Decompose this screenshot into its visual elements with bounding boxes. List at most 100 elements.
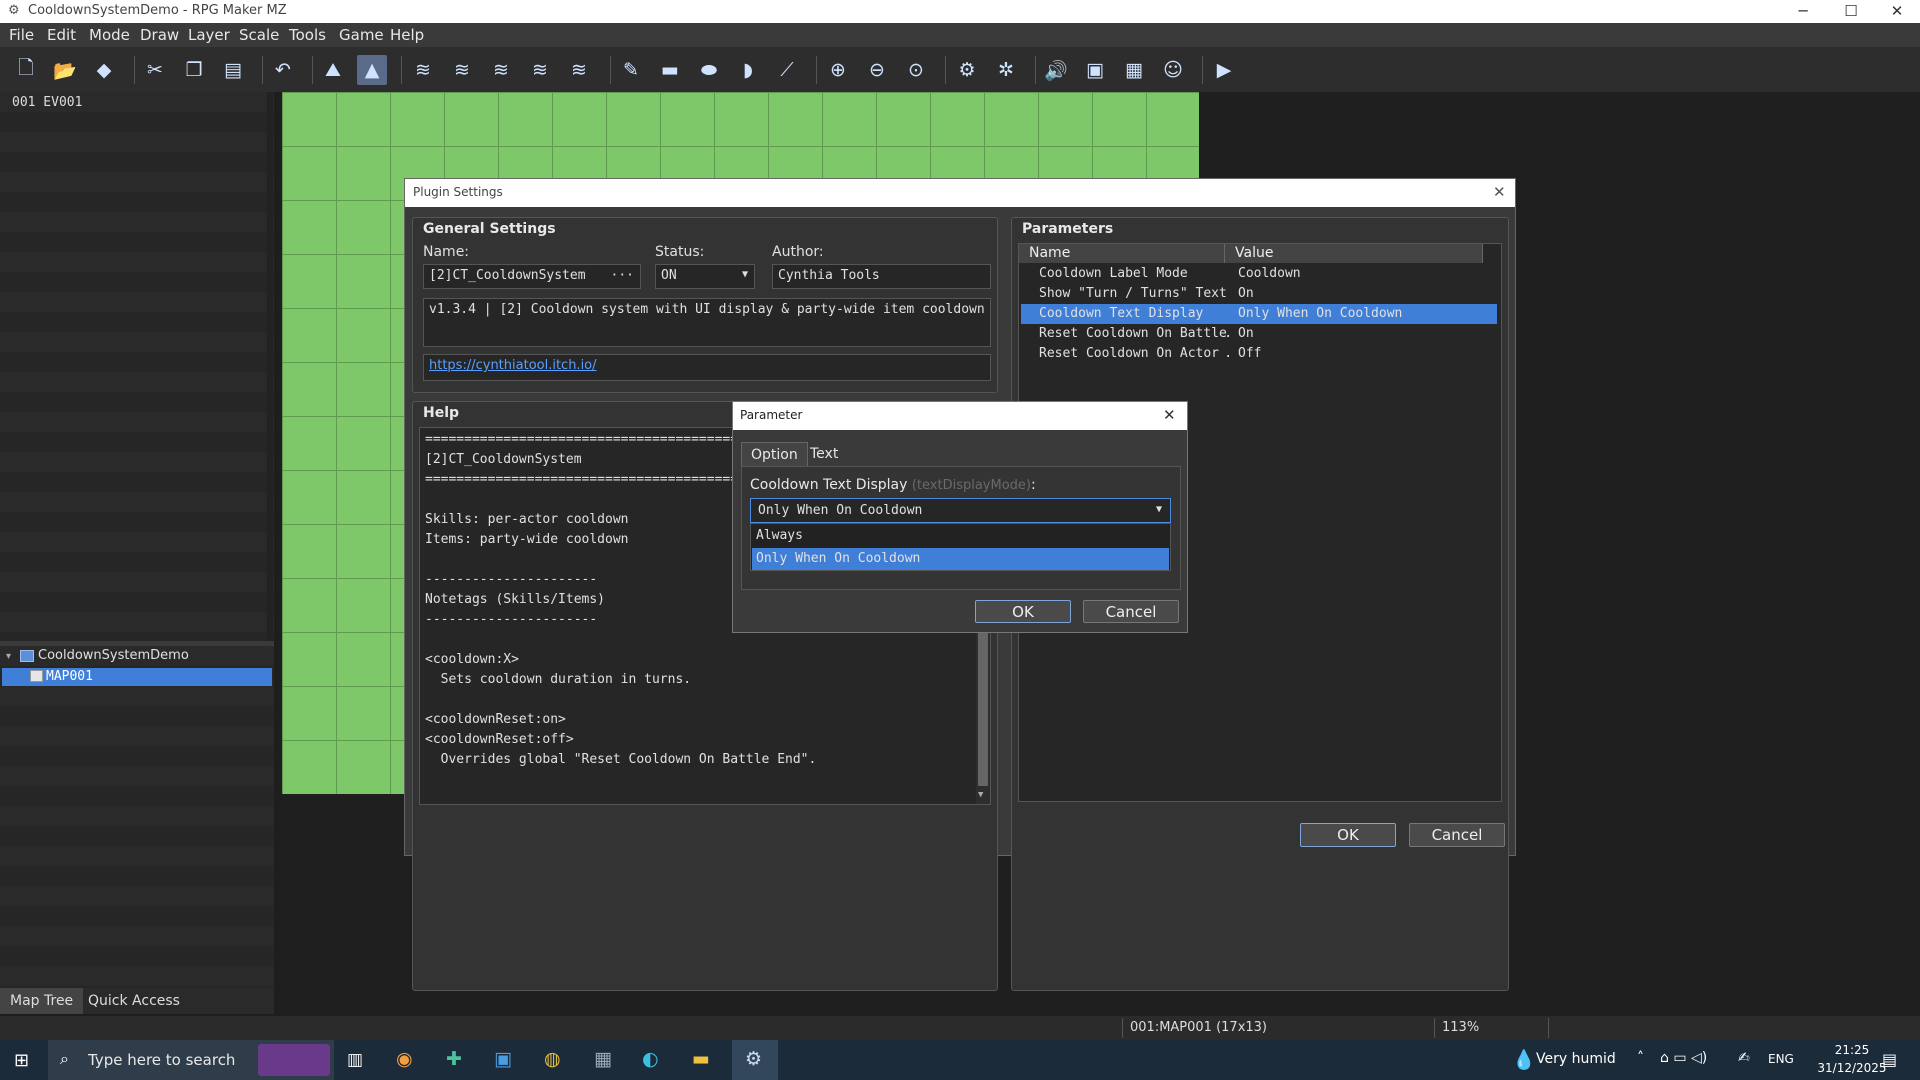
menu-draw[interactable]: Draw [140,26,179,44]
description-field[interactable]: v1.3.4 | [2] Cooldown system with UI dis… [423,298,991,347]
chrome-icon[interactable]: ◍ [544,1048,561,1070]
status-value: ON [661,268,677,283]
table-row-selected[interactable]: Cooldown Text Display Only When On Coold… [1021,304,1497,324]
plugin-url-link[interactable]: https://cynthiatool.itch.io/ [429,358,597,373]
status-select[interactable]: ON ▼ [655,264,755,289]
column-header-name[interactable]: Name [1019,244,1225,263]
menu-file[interactable]: File [9,26,34,44]
menu-edit[interactable]: Edit [47,26,76,44]
layer-3-icon[interactable]: ≋ [486,55,516,85]
open-project-icon[interactable]: 📂 [50,55,80,85]
zoom-in-icon[interactable]: ⊕ [823,55,853,85]
tab-option[interactable]: Option [741,442,808,466]
zoom-out-icon[interactable]: ⊖ [862,55,892,85]
tree-collapse-icon[interactable]: ▾ [6,651,11,662]
app-taskbar-icon-1[interactable]: ✚ [446,1048,462,1070]
layer-1-icon[interactable]: ≋ [408,55,438,85]
dropdown-option-always[interactable]: Always [752,525,1169,547]
more-button[interactable]: ··· [611,268,634,283]
option-select[interactable]: Only When On Cooldown ▼ [750,498,1171,523]
cut-icon[interactable]: ✂ [140,55,170,85]
scroll-down-icon[interactable]: ▼ [978,790,983,800]
dropdown-option-only-when-on-cooldown[interactable]: Only When On Cooldown [752,548,1169,570]
help-line: <cooldownReset:on> [425,712,566,727]
database-icon[interactable]: ⚙ [952,55,982,85]
tab-map-tree[interactable]: Map Tree [0,988,84,1014]
close-icon[interactable]: ✕ [1163,406,1176,424]
tray-chevron-icon[interactable]: ˄ [1637,1050,1644,1066]
minimize-button[interactable]: ─ [1780,0,1826,23]
plugin-manager-icon[interactable]: ✲ [991,55,1021,85]
layer-4-icon[interactable]: ≋ [525,55,555,85]
tab-text[interactable]: Text [801,442,847,466]
file-explorer-icon[interactable]: ▬ [692,1048,710,1070]
close-icon[interactable]: ✕ [1493,183,1506,201]
resource-manager-icon[interactable]: ▦ [1119,55,1149,85]
event-searcher-icon[interactable]: ▣ [1080,55,1110,85]
parameter-ok-button[interactable]: OK [975,600,1071,623]
playtest-icon[interactable]: ▶ [1209,55,1239,85]
menu-help[interactable]: Help [390,26,424,44]
paste-icon[interactable]: ▤ [218,55,248,85]
store-icon[interactable]: ▣ [494,1048,512,1070]
map-tree-project[interactable]: CooldownSystemDemo [38,648,189,663]
copilot-icon[interactable]: ◉ [396,1048,413,1070]
map-tree-item-map001[interactable]: MAP001 [2,668,272,686]
menu-bar: File Edit Mode Draw Layer Scale Tools Ga… [0,23,1920,47]
plugin-name-field[interactable]: [2]CT_CooldownSystem ··· [423,264,641,289]
save-project-icon[interactable]: ◆ [89,55,119,85]
pen-icon[interactable]: ✍ [1738,1050,1750,1066]
general-settings-group: General Settings Name: [2]CT_CooldownSys… [412,217,998,393]
maximize-button[interactable]: ☐ [1828,0,1874,23]
layer-all-icon[interactable]: ≋ [564,55,594,85]
pencil-icon[interactable]: ✎ [616,55,646,85]
edge-icon[interactable]: ◐ [642,1048,659,1070]
menu-scale[interactable]: Scale [239,26,279,44]
shadow-pen-icon[interactable]: ⟋ [772,55,802,85]
table-row[interactable]: Show "Turn / Turns" Text On [1021,284,1497,304]
table-row[interactable]: Reset Cooldown On Battle… On [1021,324,1497,344]
parameter-cancel-button[interactable]: Cancel [1083,600,1179,623]
map-mode-icon[interactable]: ⛰ [318,55,348,85]
copy-icon[interactable]: ❐ [179,55,209,85]
clock-time[interactable]: 21:25 [1824,1043,1880,1057]
rpg-maker-taskbar-button[interactable]: ⚙ [732,1040,778,1080]
chevron-down-icon: ▼ [1155,504,1162,515]
tab-quick-access[interactable]: Quick Access [78,988,190,1014]
undo-icon[interactable]: ↶ [268,55,298,85]
rectangle-icon[interactable]: ▬ [655,55,685,85]
windows-start-icon[interactable]: ⊞ [14,1050,29,1071]
option-select-value: Only When On Cooldown [758,503,923,518]
cancel-button[interactable]: Cancel [1409,823,1505,847]
author-field[interactable]: Cynthia Tools [772,264,991,289]
event-list-scrollbar[interactable] [267,92,273,641]
table-row[interactable]: Reset Cooldown On Actor … Off [1021,344,1497,364]
param-value: Cooldown [1238,266,1301,281]
event-list-item[interactable]: 001 EV001 [12,95,82,110]
language-indicator[interactable]: ENG [1768,1052,1794,1066]
taskbar-search[interactable]: ⌕ Type here to search [48,1040,334,1080]
weather-text[interactable]: Very humid [1536,1051,1616,1067]
layer-2-icon[interactable]: ≋ [447,55,477,85]
table-row[interactable]: Cooldown Label Mode Cooldown [1021,264,1497,284]
menu-game[interactable]: Game [339,26,384,44]
character-generator-icon[interactable]: ☺ [1158,55,1188,85]
tray-icons[interactable]: ⌂ ▭ ◁) [1660,1050,1707,1066]
close-button[interactable]: ✕ [1874,0,1920,23]
menu-tools[interactable]: Tools [289,26,326,44]
url-field[interactable]: https://cynthiatool.itch.io/ [423,354,991,381]
menu-layer[interactable]: Layer [188,26,230,44]
new-project-icon[interactable]: 🗋 [11,55,41,85]
ok-button[interactable]: OK [1300,823,1396,847]
chevron-down-icon: ▼ [741,269,748,280]
zoom-actual-icon[interactable]: ⊙ [901,55,931,85]
task-view-icon[interactable]: ▥ [347,1050,363,1070]
ellipse-icon[interactable]: ⬬ [694,55,724,85]
event-mode-icon[interactable]: ▲ [357,55,387,85]
notification-icon[interactable]: ▤ [1882,1050,1897,1069]
flood-fill-icon[interactable]: ◗ [733,55,763,85]
column-header-value[interactable]: Value [1225,244,1483,263]
menu-mode[interactable]: Mode [89,26,130,44]
calculator-icon[interactable]: ▦ [594,1048,612,1070]
sound-test-icon[interactable]: 🔊 [1041,55,1071,85]
